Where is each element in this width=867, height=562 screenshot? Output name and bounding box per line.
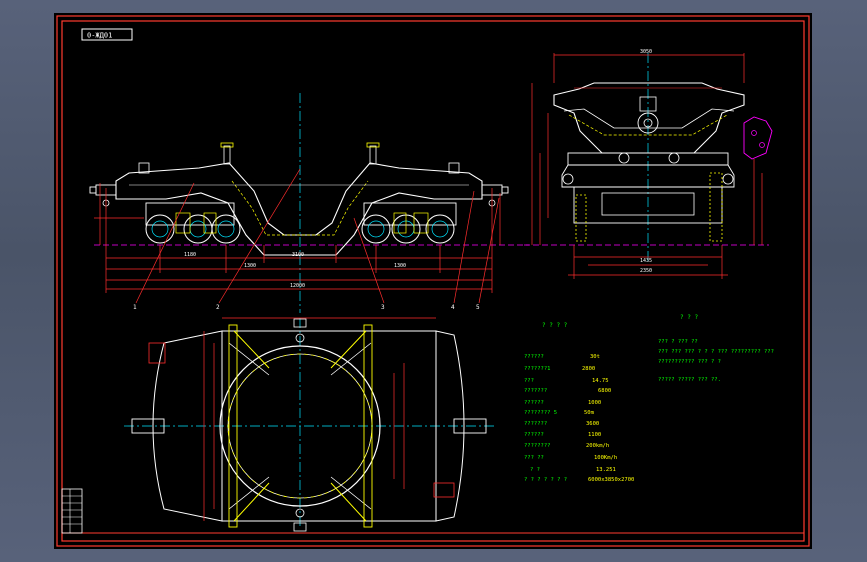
spec-value-1: 2800 — [582, 366, 595, 372]
left-coupler — [89, 184, 117, 207]
dim-front-2: 1435 — [640, 258, 652, 264]
requirement-0: ??? ? ??? ?? — [658, 339, 698, 345]
balloon-5: 5 — [476, 304, 480, 311]
dim-side-total: 12000 — [290, 283, 305, 289]
spec-label-6: ??????? — [524, 421, 547, 427]
spec-value-8: 200km/h — [586, 443, 609, 449]
outer-frame — [56, 15, 810, 547]
requirement-3: ????? ????? ??? ??. — [658, 377, 721, 383]
spec-label-2: ??? — [524, 378, 534, 384]
spec-value-4: 1000 — [588, 400, 601, 406]
balloon-4: 4 — [451, 304, 455, 311]
dim-side-1: 1180 — [184, 252, 196, 258]
title-block — [61, 488, 83, 534]
requirement-2: ??????????? ??? ? ? — [658, 359, 721, 365]
drawing-canvas: 0-ЖД01 1180 1300 3100 1300 12000 1 2 3 4… — [56, 15, 810, 547]
right-bogie — [361, 202, 457, 244]
spec-label-8: ???????? — [524, 443, 551, 449]
dim-front-3: 2350 — [640, 268, 652, 274]
spec-value-7: 1100 — [588, 432, 601, 438]
spec-extra-2: ? ? — [530, 467, 540, 473]
sheet-label: 0-ЖД01 — [87, 32, 112, 40]
spec-extra-3: ? ? ? ? ? ? ? — [524, 477, 567, 483]
dim-side-3: 3100 — [292, 252, 304, 258]
spec-extra-2-value: 13.251 — [596, 467, 616, 473]
inner-frame — [61, 20, 805, 542]
notes-title: ? ? ? ? — [542, 322, 568, 329]
side-elevation-view: 1180 1300 3100 1300 12000 1 2 3 4 5 — [89, 93, 529, 313]
dim-side-4: 1300 — [394, 263, 406, 269]
spec-value-5: 50m — [584, 410, 595, 416]
spec-extra-3-value: 6000x3850x2700 — [588, 477, 634, 483]
spec-label-3: ??????? — [524, 388, 547, 394]
balloon-1: 1 — [133, 304, 137, 311]
dim-side-2: 1300 — [244, 263, 256, 269]
spec-extra-1-value: 100Km/h — [594, 455, 617, 461]
requirement-1: ??? ??? ??? ? ? ? ??? ????????? ??? — [658, 349, 774, 355]
notes-area: ? ? ? ? ?????? 30t ???????1 2800 ??? 14.… — [524, 314, 774, 483]
spec-value-6: 3600 — [586, 421, 599, 427]
right-coupler — [481, 184, 509, 207]
balloon-2: 2 — [216, 304, 220, 311]
spec-value-0: 30t — [590, 354, 600, 360]
end-view: 3050 1435 2350 — [524, 49, 773, 279]
cad-viewer: 0-ЖД01 1180 1300 3100 1300 12000 1 2 3 4… — [0, 0, 867, 562]
drawing-sheet: 0-ЖД01 1180 1300 3100 1300 12000 1 2 3 4… — [54, 13, 812, 549]
spec-label-1: ???????1 — [524, 366, 551, 372]
dim-front-1: 3050 — [640, 49, 652, 55]
spec-label-5: ???????? 5 — [524, 410, 557, 416]
left-bogie — [145, 202, 241, 244]
spec-label-0: ?????? — [524, 354, 544, 360]
plan-view — [124, 317, 494, 532]
car-body-outline — [115, 162, 483, 256]
spec-label-4: ?????? — [524, 400, 544, 406]
requirements-title: ? ? ? — [680, 314, 698, 321]
spec-label-7: ?????? — [524, 432, 544, 438]
spec-value-2: 14.75 — [592, 378, 609, 384]
spec-extra-1: ??? ?? — [524, 455, 544, 461]
spec-value-3: 6800 — [598, 388, 611, 394]
balloon-3: 3 — [381, 304, 385, 311]
